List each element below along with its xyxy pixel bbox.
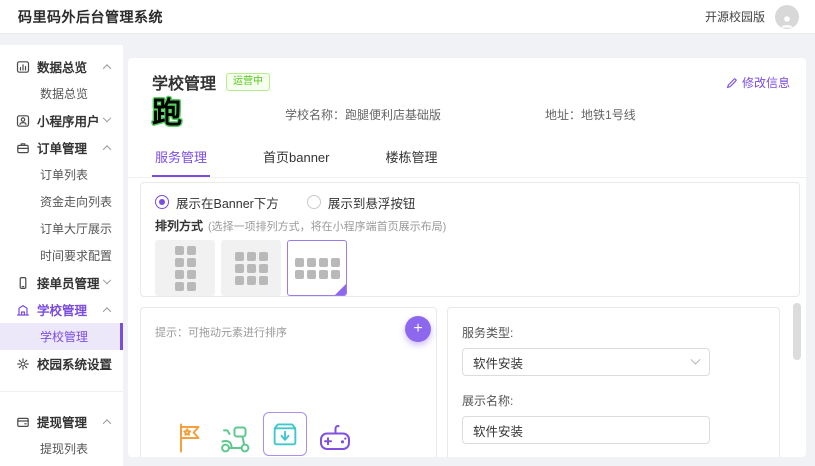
school-name: 学校名称：跑腿便利店基础版 [285, 106, 545, 123]
tab-service-management[interactable]: 服务管理 [152, 147, 210, 177]
service-sort-panel: 提示：可拖动元素进行排序 + [140, 307, 437, 457]
sidebar-subitem-school-management[interactable]: 学校管理 [0, 323, 123, 350]
campus-settings-icon [16, 357, 30, 371]
sidebar-subitem-data-overview[interactable]: 数据总览 [0, 80, 123, 107]
flag-icon[interactable] [171, 420, 207, 456]
page-title: 学校管理 [152, 70, 216, 94]
radio-selected-icon [155, 195, 169, 209]
chevron-up-icon [103, 64, 111, 72]
gamepad-icon[interactable] [317, 420, 353, 456]
order-management-icon [16, 141, 30, 155]
tab-building-management[interactable]: 楼栋管理 [383, 147, 441, 177]
display-name-label: 展示名称: [462, 392, 763, 409]
sidebar: 数据总览 数据总览 小程序用户 订单管理 订单列表 资金走向列表 订单大厅展示 … [0, 45, 123, 466]
app-window: 码里码外后台管理系统 开源校园版 数据总览 数据总览 小程序用户 订单管理 订单… [0, 0, 815, 466]
school-logo: 跑 [152, 99, 285, 129]
sidebar-item-campus-settings[interactable]: 校园系统设置 [0, 350, 123, 377]
sidebar-item-school-management[interactable]: 学校管理 [0, 296, 123, 323]
service-form-panel: 服务类型: 软件安装 展示名称: 展示图标: [447, 307, 780, 457]
courier-management-icon [16, 276, 30, 290]
service-icon-list [171, 412, 353, 456]
sidebar-subitem-withdraw-list[interactable]: 提现列表 [0, 435, 123, 462]
tab-home-banner[interactable]: 首页banner [260, 147, 332, 177]
sidebar-subitem-fund-flow-list[interactable]: 资金走向列表 [0, 188, 123, 215]
drag-tip: 提示：可拖动元素进行排序 [155, 324, 287, 340]
service-type-label: 服务类型: [462, 324, 763, 341]
install-box-icon[interactable] [263, 412, 307, 456]
display-name-input[interactable] [462, 416, 710, 444]
service-editor-section: 提示：可拖动元素进行排序 + [140, 307, 800, 457]
chevron-down-icon [103, 275, 111, 283]
vertical-scrollbar-thumb[interactable] [793, 303, 801, 360]
person-icon [779, 13, 795, 29]
display-settings-section: 展示在Banner下方 展示到悬浮按钮 排列方式 (选择一项排列方式，将在小程序… [140, 182, 800, 297]
sidebar-subitem-order-list[interactable]: 订单列表 [0, 161, 123, 188]
sidebar-item-withdraw-management[interactable]: 提现管理 [0, 408, 123, 435]
school-header: 学校管理 运营中 修改信息 跑 学校名称：跑腿便利店基础版 地址：地铁1号线 [128, 58, 806, 146]
user-avatar[interactable] [775, 5, 799, 29]
withdraw-management-icon [16, 415, 30, 429]
app-title: 码里码外后台管理系统 [18, 7, 163, 27]
chevron-down-icon [103, 113, 111, 121]
school-address: 地址：地铁1号线 [545, 106, 636, 123]
edition-label: 开源校园版 [705, 8, 765, 25]
pencil-icon [726, 77, 738, 89]
sidebar-item-courier-management[interactable]: 接单员管理 [0, 269, 123, 296]
chevron-down-icon [691, 354, 701, 364]
layout-option-4-cols[interactable] [287, 240, 347, 296]
layout-options [155, 240, 785, 296]
radio-show-under-banner[interactable]: 展示在Banner下方 [155, 193, 279, 212]
radio-unselected-icon [307, 195, 321, 209]
data-overview-icon [16, 60, 30, 74]
layout-option-2-cols[interactable] [155, 240, 215, 296]
status-badge: 运营中 [226, 73, 270, 91]
sidebar-subitem-time-requirement-config[interactable]: 时间要求配置 [0, 242, 123, 269]
arrangement-label: 排列方式 [155, 217, 203, 234]
sidebar-item-data-overview[interactable]: 数据总览 [0, 53, 123, 80]
chevron-up-icon [103, 419, 111, 427]
chevron-up-icon [103, 145, 111, 153]
sidebar-item-miniprogram-users[interactable]: 小程序用户 [0, 107, 123, 134]
miniprogram-user-icon [16, 114, 30, 128]
radio-show-floating-button[interactable]: 展示到悬浮按钮 [307, 193, 416, 212]
sidebar-item-order-management[interactable]: 订单管理 [0, 134, 123, 161]
sidebar-subitem-order-hall-display[interactable]: 订单大厅展示 [0, 215, 123, 242]
top-bar: 码里码外后台管理系统 开源校园版 [0, 0, 815, 34]
arrangement-hint: (选择一项排列方式，将在小程序端首页展示布局) [208, 218, 446, 234]
sidebar-divider [0, 391, 123, 392]
chevron-up-icon [103, 307, 111, 315]
tab-bar: 服务管理 首页banner 楼栋管理 [128, 146, 806, 178]
school-management-icon [16, 303, 30, 317]
add-service-button[interactable]: + [405, 316, 431, 342]
main-content-card: 学校管理 运营中 修改信息 跑 学校名称：跑腿便利店基础版 地址：地铁1号线 服… [128, 58, 806, 457]
scooter-icon[interactable] [217, 420, 253, 456]
layout-option-3-cols[interactable] [221, 240, 281, 296]
edit-info-link[interactable]: 修改信息 [726, 74, 790, 91]
service-type-select[interactable]: 软件安装 [462, 348, 710, 376]
